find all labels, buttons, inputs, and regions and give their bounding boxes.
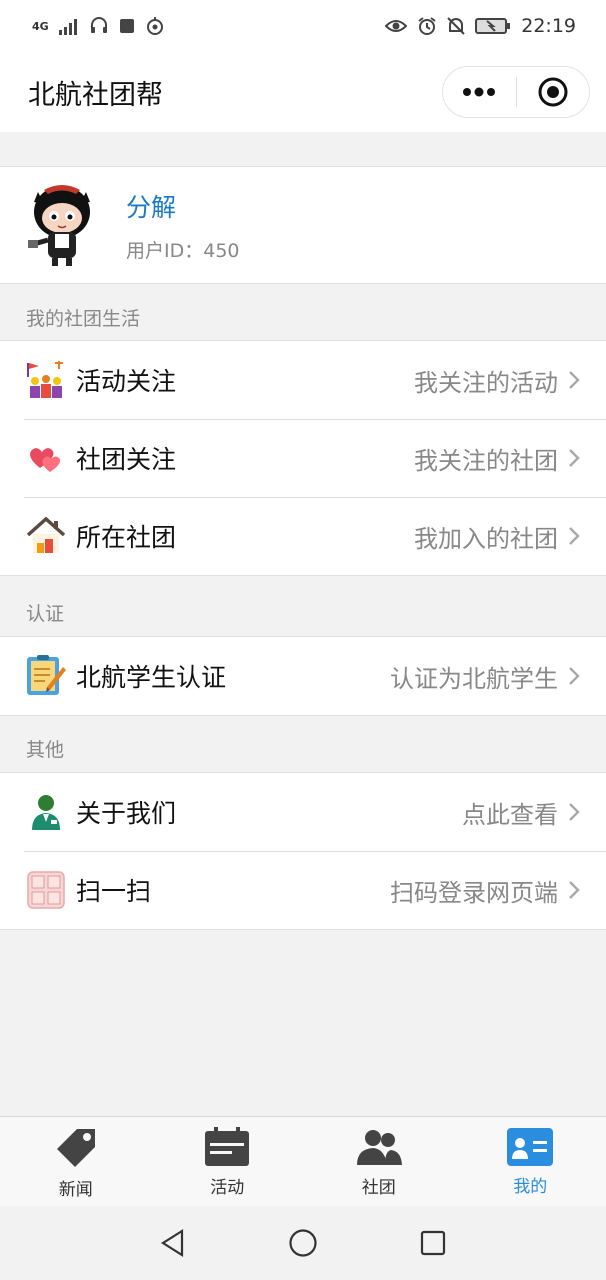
clipboard-pencil-icon [24,654,68,698]
tab-activities[interactable]: 活动 [152,1117,304,1207]
status-left: 4G [32,16,165,36]
network-label: 4G [32,19,49,33]
scan-grid-icon [24,868,68,912]
row-title: 社团关注 [76,445,177,474]
tab-bar: 新闻 活动 社团 我的 [0,1116,606,1207]
status-right: 22:19 [385,15,576,37]
row-title: 北航学生认证 [76,663,227,692]
more-button[interactable] [443,67,516,117]
battery-icon [475,18,511,34]
row-title: 关于我们 [76,799,177,828]
home-circle-icon[interactable] [288,1228,318,1258]
section-label-club-life: 我的社团生活 [26,308,141,330]
close-button[interactable] [517,67,590,117]
avatar [28,185,90,266]
chevron-right-icon [569,371,580,389]
profile-user-id: 用户ID：450 [126,239,240,262]
activity-crowd-icon [24,358,68,402]
chevron-right-icon [569,449,580,467]
page-body: 分解 用户ID：450 我的社团生活 活动关注 我关注的活动 社团关注 我关注的… [0,132,606,1116]
bell-off-icon [447,17,465,35]
tab-label: 我的 [513,1176,548,1197]
group-verify: 北航学生认证 认证为北航学生 [0,636,606,716]
contact-card-icon [507,1127,554,1166]
hearts-icon [24,436,68,480]
row-club-follow[interactable]: 社团关注 我关注的社团 [0,419,606,497]
row-desc: 点此查看 [462,800,558,829]
tab-clubs[interactable]: 社团 [303,1117,455,1207]
sync-circle-icon [146,17,163,35]
row-desc: 扫码登录网页端 [390,878,558,907]
target-circle-icon [538,77,568,107]
section-label-other: 其他 [26,739,65,761]
group-club-life: 活动关注 我关注的活动 社团关注 我关注的社团 所在社团 我加入的社团 [0,340,606,576]
tab-label: 新闻 [58,1179,93,1200]
status-bar: 4G 22:19 [0,0,606,52]
back-triangle-icon[interactable] [160,1229,186,1257]
chevron-right-icon [569,667,580,685]
row-desc: 我加入的社团 [414,524,558,553]
profile-card[interactable]: 分解 用户ID：450 [0,166,606,284]
row-activity-follow[interactable]: 活动关注 我关注的活动 [0,341,606,419]
row-scan[interactable]: 扫一扫 扫码登录网页端 [0,851,606,929]
stop-square-icon [119,19,134,33]
chevron-right-icon [569,527,580,545]
profile-text: 分解 用户ID：450 [126,188,240,263]
more-dots-icon [463,87,496,97]
row-my-clubs[interactable]: 所在社团 我加入的社团 [0,497,606,575]
miniprogram-capsule [442,66,590,118]
row-title: 扫一扫 [76,877,152,906]
tag-icon [56,1128,95,1167]
headset-icon [90,17,107,33]
tab-label: 活动 [210,1177,245,1198]
row-title: 所在社团 [76,523,177,552]
page-title: 北航社团帮 [28,79,163,111]
nav-bar: 北航社团帮 [0,52,606,132]
row-title: 活动关注 [76,367,177,396]
calendar-icon [205,1126,250,1166]
alarm-icon [418,17,436,35]
row-desc: 我关注的活动 [414,368,558,397]
row-student-verify[interactable]: 北航学生认证 认证为北航学生 [0,637,606,715]
tab-label: 社团 [361,1177,396,1198]
chevron-right-icon [569,881,580,899]
row-desc: 我关注的社团 [414,446,558,475]
section-label-verify: 认证 [26,603,65,625]
tab-news[interactable]: 新闻 [0,1117,152,1207]
row-desc: 认证为北航学生 [390,664,558,693]
clock-time: 22:19 [521,15,576,37]
eye-icon [385,20,408,32]
group-other: 关于我们 点此查看 扫一扫 扫码登录网页端 [0,772,606,930]
recents-square-icon[interactable] [420,1230,446,1256]
tab-mine[interactable]: 我的 [455,1117,606,1207]
person-icon [24,790,68,834]
house-icon [24,514,68,558]
group-icon [356,1129,402,1165]
row-about-us[interactable]: 关于我们 点此查看 [0,773,606,851]
signal-icon [58,19,77,35]
chevron-right-icon [569,803,580,821]
profile-name: 分解 [126,192,177,222]
system-nav-bar [0,1206,606,1280]
